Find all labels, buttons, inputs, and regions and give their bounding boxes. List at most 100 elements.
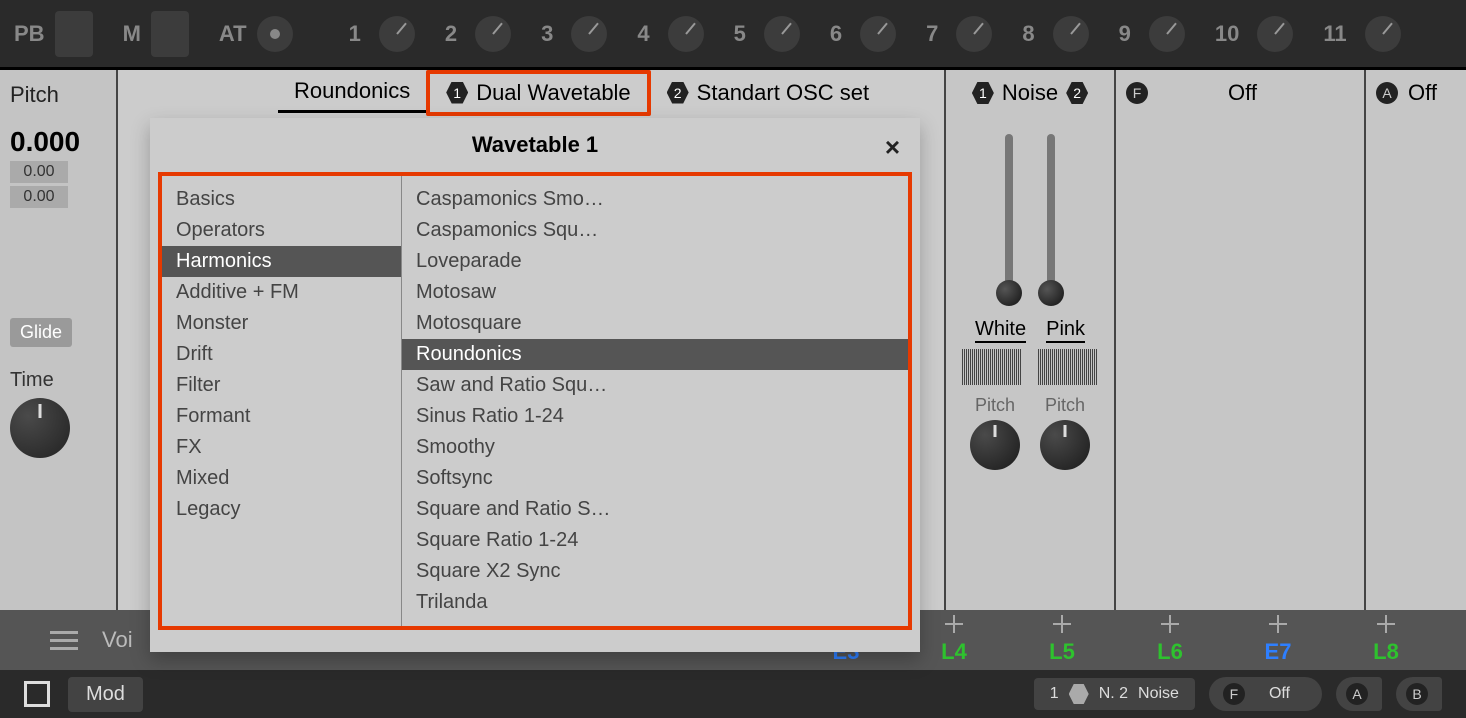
- category-item[interactable]: Filter: [162, 370, 401, 401]
- routing-f-badge: F: [1223, 683, 1245, 705]
- slot-E7[interactable]: E7: [1265, 639, 1292, 665]
- preset-item[interactable]: Trilanda: [402, 587, 908, 618]
- macro-2-knob[interactable]: [475, 16, 511, 52]
- time-label: Time: [10, 369, 106, 392]
- routing-n-2: N. 2: [1099, 685, 1128, 703]
- macro-7-knob[interactable]: [956, 16, 992, 52]
- noise-pitch-1-knob[interactable]: [970, 420, 1020, 470]
- macro-11-label: 11: [1323, 21, 1346, 47]
- pitch-value[interactable]: 0.000: [10, 126, 106, 158]
- macro-5-knob[interactable]: [764, 16, 800, 52]
- filter-a-panel: A Off: [1366, 70, 1466, 610]
- routing-a-badge: A: [1346, 683, 1368, 705]
- preset-item[interactable]: Square Ratio 1-24: [402, 525, 908, 556]
- popup-category-list: BasicsOperatorsHarmonicsAdditive + FMMon…: [162, 176, 402, 626]
- category-item[interactable]: Additive + FM: [162, 277, 401, 308]
- category-item[interactable]: Harmonics: [162, 246, 401, 277]
- slot-L5[interactable]: L5: [1049, 639, 1075, 665]
- mod-button[interactable]: Mod: [68, 677, 143, 712]
- noise-white-label[interactable]: White: [975, 318, 1026, 343]
- preset-item[interactable]: Square X2 Sync: [402, 556, 908, 587]
- tab-standart-osc[interactable]: 2 Standart OSC set: [651, 74, 885, 112]
- noise-badge-1[interactable]: 1: [972, 82, 994, 104]
- slot-L6[interactable]: L6: [1157, 639, 1183, 665]
- macro-8-knob[interactable]: [1053, 16, 1089, 52]
- filter-f-label[interactable]: Off: [1228, 80, 1257, 106]
- move-icon[interactable]: [1269, 615, 1287, 633]
- routing-b-badge: B: [1406, 683, 1428, 705]
- noise-badge-2[interactable]: 2: [1066, 82, 1088, 104]
- popup-preset-list: Caspamonics Smo…Caspamonics Squ…Lovepara…: [402, 176, 908, 626]
- macro-7-label: 7: [926, 21, 938, 47]
- macro-1-label: 1: [349, 21, 361, 47]
- preset-item[interactable]: Sinus Ratio 1-24: [402, 401, 908, 432]
- category-item[interactable]: Mixed: [162, 463, 401, 494]
- move-icon[interactable]: [1377, 615, 1395, 633]
- move-icon[interactable]: [945, 615, 963, 633]
- category-item[interactable]: Monster: [162, 308, 401, 339]
- macro-4-knob[interactable]: [668, 16, 704, 52]
- pitch-fine-2[interactable]: 0.00: [10, 186, 68, 208]
- category-item[interactable]: Formant: [162, 401, 401, 432]
- routing-b[interactable]: B: [1396, 677, 1442, 711]
- category-item[interactable]: Operators: [162, 215, 401, 246]
- category-item[interactable]: Drift: [162, 339, 401, 370]
- macro-2-label: 2: [445, 21, 457, 47]
- filter-f-routing[interactable]: F Off: [1209, 677, 1322, 711]
- routing-n-1: 1: [1050, 685, 1059, 703]
- routing-a[interactable]: A: [1336, 677, 1382, 711]
- macro-10-knob[interactable]: [1257, 16, 1293, 52]
- category-item[interactable]: Legacy: [162, 494, 401, 525]
- preset-item[interactable]: Loveparade: [402, 246, 908, 277]
- at-dot[interactable]: [257, 16, 293, 52]
- macro-4-label: 4: [637, 21, 649, 47]
- bottom-bar: Mod 1 N. 2 Noise F Off A B: [0, 670, 1466, 718]
- move-icon[interactable]: [1053, 615, 1071, 633]
- pb-well[interactable]: [55, 11, 93, 57]
- noise-panel: 1 Noise 2 White Pink Pitch Pitch: [946, 70, 1116, 610]
- macro-9-label: 9: [1119, 21, 1131, 47]
- tab-roundonics-label: Roundonics: [294, 78, 410, 104]
- preset-item[interactable]: Roundonics: [402, 339, 908, 370]
- slot-L8[interactable]: L8: [1373, 639, 1399, 665]
- slot-L4[interactable]: L4: [941, 639, 967, 665]
- macro-3-knob[interactable]: [571, 16, 607, 52]
- noise-slider-2[interactable]: [1047, 134, 1055, 294]
- hamburger-icon[interactable]: [50, 631, 78, 650]
- filter-a-label[interactable]: Off: [1408, 80, 1437, 106]
- category-item[interactable]: FX: [162, 432, 401, 463]
- macro-1-knob[interactable]: [379, 16, 415, 52]
- category-item[interactable]: Basics: [162, 184, 401, 215]
- preset-item[interactable]: Caspamonics Smo…: [402, 184, 908, 215]
- pitch-fine-1[interactable]: 0.00: [10, 161, 68, 183]
- tab-dual-wavetable[interactable]: 1 Dual Wavetable: [426, 70, 650, 116]
- voice-label[interactable]: Voi: [102, 627, 133, 653]
- record-toggle[interactable]: [24, 681, 50, 707]
- noise-routing-segment[interactable]: 1 N. 2 Noise: [1034, 678, 1195, 710]
- filter-f-badge[interactable]: F: [1126, 82, 1148, 104]
- preset-item[interactable]: Motosaw: [402, 277, 908, 308]
- preset-item[interactable]: Motosquare: [402, 308, 908, 339]
- glide-button[interactable]: Glide: [10, 318, 72, 347]
- close-icon[interactable]: ×: [885, 132, 900, 163]
- pb-label: PB: [14, 21, 45, 47]
- filter-a-badge[interactable]: A: [1376, 82, 1398, 104]
- preset-item[interactable]: Softsync: [402, 463, 908, 494]
- macro-9-knob[interactable]: [1149, 16, 1185, 52]
- pitch-panel: Pitch 0.000 0.00 0.00 Glide Time: [0, 70, 118, 610]
- tab-roundonics[interactable]: Roundonics: [278, 72, 426, 113]
- move-icon[interactable]: [1161, 615, 1179, 633]
- m-well[interactable]: [151, 11, 189, 57]
- routing-noise-label: Noise: [1138, 685, 1179, 703]
- noise-slider-1[interactable]: [1005, 134, 1013, 294]
- tab-standart-osc-label: Standart OSC set: [697, 80, 869, 106]
- noise-pink-label[interactable]: Pink: [1046, 318, 1085, 343]
- noise-pitch-2-knob[interactable]: [1040, 420, 1090, 470]
- preset-item[interactable]: Square and Ratio S…: [402, 494, 908, 525]
- preset-item[interactable]: Saw and Ratio Squ…: [402, 370, 908, 401]
- macro-11-knob[interactable]: [1365, 16, 1401, 52]
- time-knob[interactable]: [10, 398, 70, 458]
- preset-item[interactable]: Smoothy: [402, 432, 908, 463]
- macro-6-knob[interactable]: [860, 16, 896, 52]
- preset-item[interactable]: Caspamonics Squ…: [402, 215, 908, 246]
